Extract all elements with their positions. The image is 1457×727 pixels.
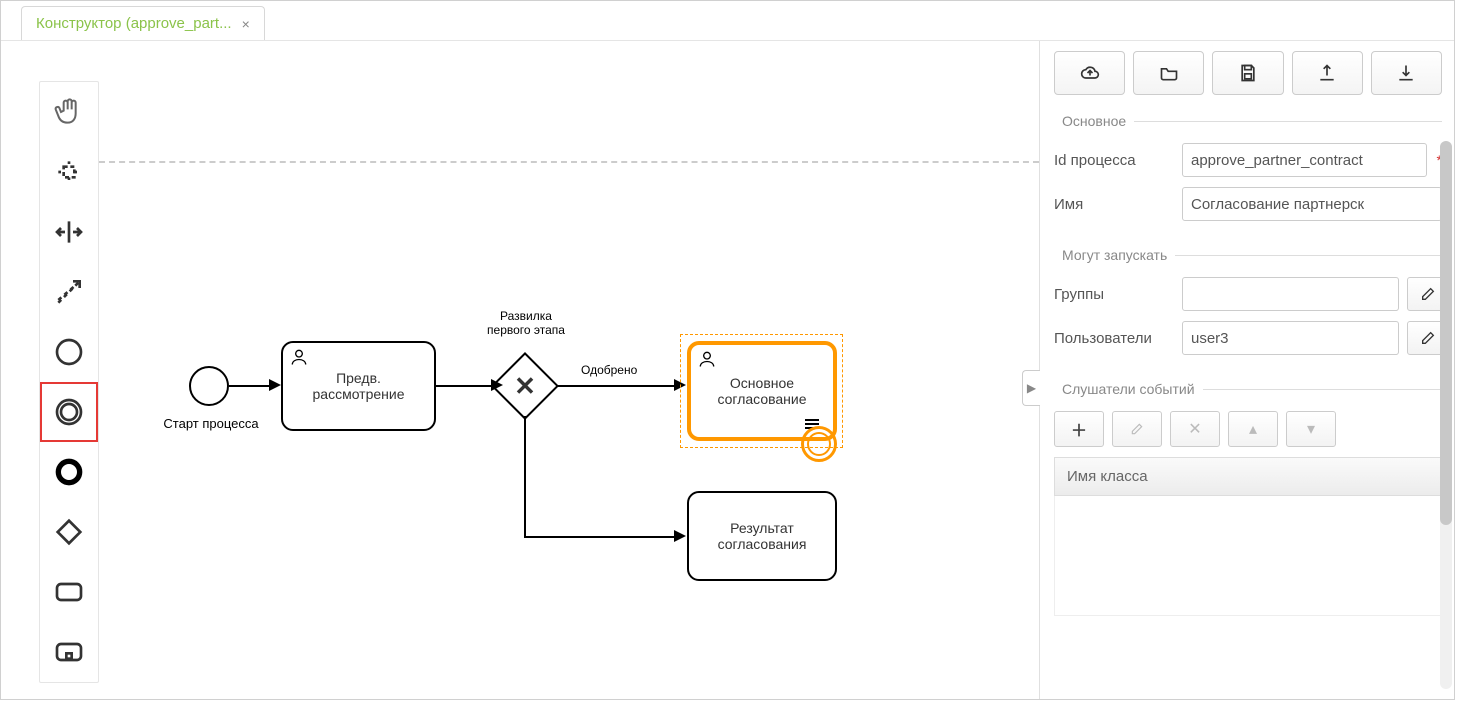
sequence-flow[interactable] — [436, 385, 494, 387]
import-button[interactable] — [1371, 51, 1442, 95]
listener-class-header: Имя класса — [1054, 457, 1442, 496]
start-event-tool-icon[interactable] — [40, 322, 98, 382]
groups-label: Группы — [1054, 286, 1174, 303]
scrollbar-thumb[interactable] — [1440, 141, 1452, 525]
edit-icon — [1420, 286, 1436, 302]
panel-scrollbar[interactable] — [1440, 141, 1452, 689]
users-input[interactable] — [1182, 321, 1399, 355]
sequence-flow-approved[interactable] — [556, 385, 674, 387]
groups-input[interactable] — [1182, 277, 1399, 311]
pool-divider — [99, 161, 1039, 163]
canvas[interactable]: Старт процесса Предв. рассмотрение ✕ Раз… — [1, 41, 1039, 699]
export-button[interactable] — [1292, 51, 1363, 95]
section-can-start-legend: Могут запускать — [1054, 247, 1175, 263]
space-tool-icon[interactable] — [40, 202, 98, 262]
arrow-head-icon — [269, 379, 281, 391]
tool-palette — [39, 81, 99, 683]
task-tool-icon[interactable] — [40, 562, 98, 622]
open-button[interactable] — [1133, 51, 1204, 95]
task-label: Результат согласования — [718, 520, 807, 552]
arrow-head-icon — [491, 379, 503, 391]
user-task-icon — [289, 347, 309, 367]
process-name-input[interactable] — [1182, 187, 1442, 221]
end-event-tool-icon[interactable] — [40, 442, 98, 502]
folder-open-icon — [1159, 63, 1179, 83]
listener-toolbar: ＋ ✕ ▴ ▾ — [1054, 411, 1442, 447]
process-id-label: Id процесса — [1054, 152, 1174, 169]
gateway-tool-icon[interactable] — [40, 502, 98, 562]
connect-tool-icon[interactable] — [40, 262, 98, 322]
download-icon — [1396, 63, 1416, 83]
tab-constructor[interactable]: Конструктор (approve_part... × — [21, 6, 265, 40]
edge-label-approved: Одобрено — [581, 363, 637, 377]
close-icon[interactable]: × — [242, 16, 250, 32]
task-approval-result[interactable]: Результат согласования — [687, 491, 837, 581]
section-listeners-legend: Слушатели событий — [1054, 381, 1203, 397]
arrow-head-icon — [674, 530, 686, 542]
lasso-tool-icon[interactable] — [40, 142, 98, 202]
properties-panel: ▶ Основное — [1039, 41, 1454, 699]
save-icon — [1238, 63, 1258, 83]
sequence-flow[interactable] — [524, 536, 674, 538]
user-task-icon — [697, 349, 717, 369]
save-button[interactable] — [1212, 51, 1283, 95]
sequence-flow[interactable] — [524, 416, 526, 536]
process-id-input[interactable] — [1182, 143, 1427, 177]
arrow-head-icon — [674, 379, 686, 391]
tab-title: Конструктор (approve_part... — [36, 15, 232, 32]
start-event-label: Старт процесса — [151, 416, 271, 431]
listener-edit-button[interactable] — [1112, 411, 1162, 447]
task-preliminary-review[interactable]: Предв. рассмотрение — [281, 341, 436, 431]
start-event-node[interactable] — [189, 366, 229, 406]
section-main-legend: Основное — [1054, 113, 1134, 129]
gateway-label: Развилка первого этапа — [466, 309, 586, 337]
users-label: Пользователи — [1054, 330, 1174, 347]
upload-icon — [1317, 63, 1337, 83]
listener-class-list[interactable] — [1054, 496, 1442, 616]
cloud-upload-button[interactable] — [1054, 51, 1125, 95]
task-label: Предв. рассмотрение — [313, 370, 405, 402]
section-can-start: Могут запускать Группы Пользователи — [1054, 247, 1449, 365]
panel-toolbar — [1054, 51, 1442, 95]
subprocess-tool-icon[interactable] — [40, 622, 98, 682]
boundary-event-icon[interactable] — [801, 426, 837, 462]
section-listeners: Слушатели событий ＋ ✕ ▴ ▾ Имя класса — [1054, 381, 1442, 616]
process-name-label: Имя — [1054, 196, 1174, 213]
section-main: Основное Id процесса * Имя — [1054, 113, 1442, 231]
exclusive-gateway-icon: ✕ — [503, 364, 547, 408]
cloud-upload-icon — [1080, 63, 1100, 83]
listener-move-down-button[interactable]: ▾ — [1286, 411, 1336, 447]
tab-bar: Конструктор (approve_part... × — [1, 1, 1454, 41]
listener-move-up-button[interactable]: ▴ — [1228, 411, 1278, 447]
task-label: Основное согласование — [717, 375, 806, 407]
listener-add-button[interactable]: ＋ — [1054, 411, 1104, 447]
edit-icon — [1420, 330, 1436, 346]
intermediate-event-tool-icon[interactable] — [40, 382, 98, 442]
hand-tool-icon[interactable] — [40, 82, 98, 142]
sequence-flow[interactable] — [229, 385, 269, 387]
edit-icon — [1130, 422, 1144, 436]
listener-delete-button[interactable]: ✕ — [1170, 411, 1220, 447]
collapse-panel-button[interactable]: ▶ — [1022, 370, 1040, 406]
